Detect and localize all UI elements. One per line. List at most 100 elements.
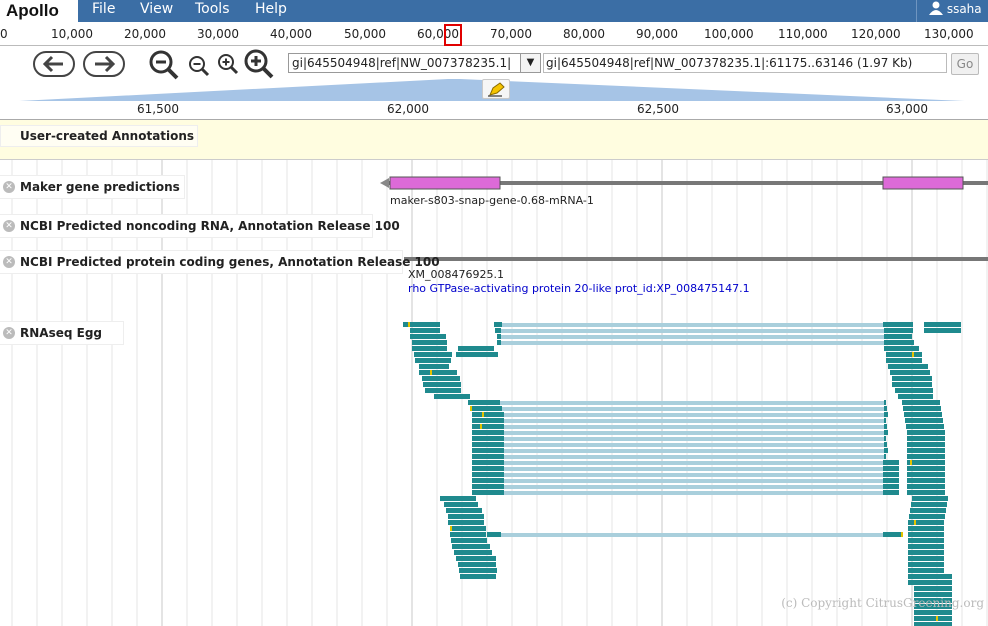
highlight-button[interactable] (482, 79, 510, 99)
read (883, 322, 913, 327)
read (458, 562, 496, 567)
menu-file[interactable]: File (92, 0, 115, 22)
pan-left-icon[interactable] (33, 51, 75, 80)
location-input[interactable] (543, 53, 947, 73)
read (907, 472, 945, 477)
zoom-out-small-icon[interactable] (188, 55, 210, 80)
read (452, 544, 490, 549)
read (434, 394, 470, 399)
read (448, 514, 484, 519)
overview-tick: 90,000 (636, 27, 678, 41)
read (444, 502, 478, 507)
track-area[interactable]: ✕ Maker gene predictions ✕ NCBI Predicte… (0, 160, 988, 626)
ncbi-gene-feature[interactable] (404, 257, 988, 261)
overview-tick: 50,000 (344, 27, 386, 41)
read (910, 508, 946, 513)
mismatch (912, 352, 914, 357)
read (908, 550, 944, 555)
intron (504, 449, 884, 453)
read (907, 460, 945, 465)
track-label-text: NCBI Predicted noncoding RNA, Annotation… (20, 219, 400, 233)
intron (504, 491, 884, 495)
overview-tick: 70,000 (490, 27, 532, 41)
read (472, 442, 504, 447)
read (458, 346, 494, 351)
read (883, 460, 899, 465)
read (908, 556, 944, 561)
read (884, 424, 887, 429)
track-label-ncbi-coding[interactable]: ✕ NCBI Predicted protein coding genes, A… (0, 250, 440, 274)
reference-sequence-value: gi|645504948|ref|NW_007378235.1| (292, 56, 512, 70)
read (440, 496, 476, 501)
overview-tick: 10,000 (51, 27, 93, 41)
track-label-ncbi-noncoding[interactable]: ✕ NCBI Predicted noncoding RNA, Annotati… (0, 214, 400, 238)
close-icon[interactable]: ✕ (3, 220, 15, 232)
overview-ruler[interactable]: 0 10,000 20,000 30,000 40,000 50,000 60,… (0, 22, 988, 46)
read (422, 376, 460, 381)
read (907, 484, 945, 489)
read (907, 490, 945, 495)
read (883, 478, 899, 483)
read (884, 328, 913, 333)
intron (504, 419, 884, 423)
read (908, 520, 944, 525)
menu-view[interactable]: View (140, 0, 173, 22)
track-label-rnaseq[interactable]: ✕ RNAseq Egg (0, 321, 124, 345)
read (904, 412, 942, 417)
chevron-down-icon[interactable]: ▼ (520, 54, 540, 72)
ruler-tick: 63,000 (886, 102, 928, 116)
track-label-maker[interactable]: ✕ Maker gene predictions (0, 175, 185, 199)
track-label-text: Maker gene predictions (20, 180, 180, 194)
menu-help[interactable]: Help (255, 0, 287, 22)
overview-tick: 0 (0, 27, 8, 41)
zoom-in-small-icon[interactable] (217, 53, 239, 78)
read (450, 532, 486, 537)
go-button[interactable]: Go (951, 53, 979, 75)
read (472, 430, 504, 435)
pan-right-icon[interactable] (83, 51, 125, 80)
zoom-in-large-icon[interactable] (243, 48, 275, 83)
intron (501, 329, 884, 333)
read (884, 340, 914, 345)
close-icon[interactable]: ✕ (3, 327, 15, 339)
close-icon[interactable]: ✕ (3, 256, 15, 268)
overview-tick: 40,000 (270, 27, 312, 41)
read (451, 538, 487, 543)
navigation-toolbar: gi|645504948|ref|NW_007378235.1| ▼ Go (0, 47, 988, 82)
intron (504, 425, 884, 429)
intron (504, 437, 884, 441)
read (450, 526, 486, 531)
read (487, 532, 501, 537)
mismatch (910, 460, 912, 465)
reference-sequence-select[interactable]: gi|645504948|ref|NW_007378235.1| ▼ (288, 53, 541, 73)
track-label-text: NCBI Predicted protein coding genes, Ann… (20, 255, 440, 269)
mismatch (470, 406, 472, 411)
read (472, 454, 504, 459)
user-annotations-area[interactable]: User-created Annotations (0, 120, 988, 160)
maker-gene-feature[interactable] (380, 176, 988, 190)
username: ssaha (946, 2, 982, 16)
read (454, 550, 492, 555)
read (883, 472, 899, 477)
user-menu[interactable]: ssaha (916, 0, 988, 22)
read (908, 562, 944, 567)
read (884, 346, 919, 351)
read (472, 424, 504, 429)
mismatch (482, 412, 484, 417)
read (914, 616, 952, 621)
read (412, 340, 447, 345)
apollo-logo: Apollo (0, 0, 78, 22)
read (907, 436, 945, 441)
overview-location-marker[interactable] (444, 24, 462, 46)
menu-tools[interactable]: Tools (195, 0, 230, 22)
read (884, 448, 888, 453)
intron (504, 443, 884, 447)
mismatch (936, 616, 938, 621)
intron (500, 401, 884, 405)
close-icon[interactable]: ✕ (3, 181, 15, 193)
ncbi-feature-name: XM_008476925.1 (408, 268, 505, 281)
overview-tick: 20,000 (124, 27, 166, 41)
intron (501, 533, 883, 537)
read (419, 370, 457, 375)
mismatch (480, 424, 482, 429)
